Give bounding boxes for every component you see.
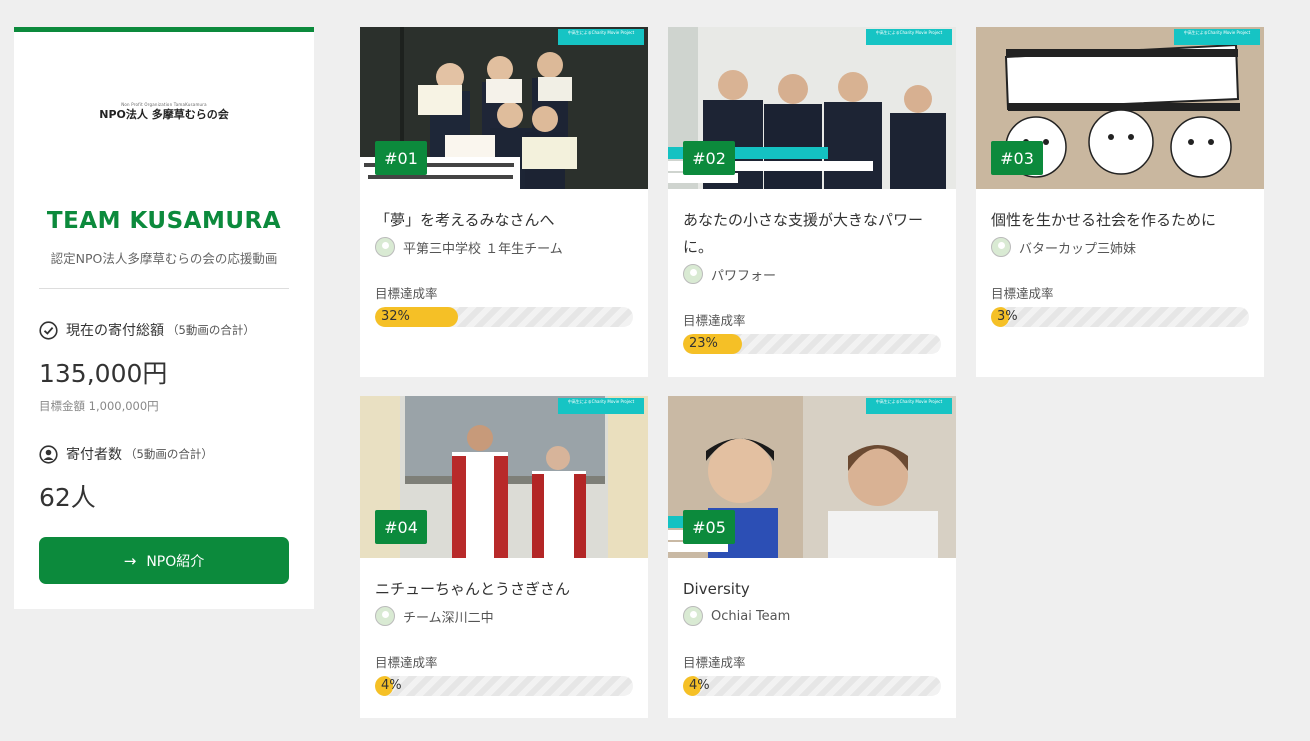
video-number-badge: #04 (375, 510, 427, 544)
avatar (375, 237, 395, 257)
team-title: TEAM KUSAMURA (46, 208, 282, 234)
video-author: バターカップ三姉妹 (991, 237, 1136, 257)
project-tag: 中高生によるCharity Movie Project (1174, 29, 1260, 45)
author-name: パワフォー (711, 268, 777, 284)
avatar (375, 606, 395, 626)
project-tag: 中高生によるCharity Movie Project (558, 29, 644, 45)
total-label-text: 現在の寄付総額 (66, 323, 164, 339)
progress-percent: 32% (381, 309, 410, 324)
author-name: Ochiai Team (711, 608, 791, 624)
progress-label: 目標達成率 (375, 286, 438, 301)
progress-percent: 23% (689, 336, 718, 351)
arrow-right-icon: → (123, 551, 137, 570)
progress-label: 目標達成率 (375, 655, 438, 670)
check-circle-icon (39, 320, 58, 340)
donor-count-label: 寄付者数 （5動画の合計） (39, 444, 213, 464)
goal-amount: 目標金額 1,000,000円 (39, 399, 159, 413)
divider (39, 288, 289, 289)
video-number-badge: #01 (375, 141, 427, 175)
video-thumbnail[interactable]: 中高生によるCharity Movie Project #01 (360, 27, 648, 189)
project-tag: 中高生によるCharity Movie Project (866, 29, 952, 45)
progress-label: 目標達成率 (683, 655, 746, 670)
video-title[interactable]: Diversity (683, 576, 941, 603)
video-card-04[interactable]: 中高生によるCharity Movie Project #04 ニチューちゃんと… (360, 396, 648, 718)
logo-main-text: NPO法人 多摩草むらの会 (99, 108, 229, 121)
video-thumbnail[interactable]: 中高生によるCharity Movie Project #04 (360, 396, 648, 558)
progress-percent: 3% (997, 309, 1018, 324)
author-name: 平第三中学校 １年生チーム (403, 241, 563, 257)
video-card-05[interactable]: 中高生によるCharity Movie Project #05 Diversit… (668, 396, 956, 718)
progress-percent: 4% (381, 678, 402, 693)
project-tag: 中高生によるCharity Movie Project (558, 398, 644, 414)
video-card-03[interactable]: 中高生によるCharity Movie Project #03 個性を生かせる社… (976, 27, 1264, 377)
project-tag: 中高生によるCharity Movie Project (866, 398, 952, 414)
video-title[interactable]: 「夢」を考えるみなさんへ (375, 207, 633, 234)
video-number-badge: #02 (683, 141, 735, 175)
video-thumbnail[interactable]: 中高生によるCharity Movie Project #02 (668, 27, 956, 189)
avatar (683, 264, 703, 284)
donor-count-value: 62人 (39, 483, 96, 512)
total-donation-label: 現在の寄付総額 （5動画の合計） (39, 320, 255, 340)
video-title[interactable]: 個性を生かせる社会を作るために (991, 207, 1249, 234)
progress-bar: 32% (375, 307, 633, 327)
team-subtitle: 認定NPO法人多摩草むらの会の応援動画 (50, 251, 278, 266)
total-label-note: （5動画の合計） (167, 323, 255, 337)
npo-logo: Non Profit Organization TamaKusamura NPO… (14, 102, 314, 122)
progress-bar: 3% (991, 307, 1249, 327)
video-author: Ochiai Team (683, 606, 790, 626)
npo-intro-button[interactable]: → NPO紹介 (39, 537, 289, 584)
user-circle-icon (39, 444, 58, 464)
author-name: チーム深川二中 (403, 610, 494, 626)
video-number-badge: #03 (991, 141, 1043, 175)
progress-label: 目標達成率 (991, 286, 1054, 301)
video-title[interactable]: あなたの小さな支援が大きなパワーに。 (683, 207, 941, 261)
avatar (683, 606, 703, 626)
team-sidebar: Non Profit Organization TamaKusamura NPO… (14, 27, 314, 609)
video-card-01[interactable]: 中高生によるCharity Movie Project #01 「夢」を考えるみ… (360, 27, 648, 377)
video-title[interactable]: ニチューちゃんとうさぎさん (375, 576, 633, 603)
total-donation-value: 135,000円 (39, 359, 168, 388)
donors-label-text: 寄付者数 (66, 447, 122, 463)
video-thumbnail[interactable]: 中高生によるCharity Movie Project #05 (668, 396, 956, 558)
progress-percent: 4% (689, 678, 710, 693)
progress-label: 目標達成率 (683, 313, 746, 328)
avatar (991, 237, 1011, 257)
progress-bar: 4% (375, 676, 633, 696)
npo-button-label: NPO紹介 (146, 553, 205, 570)
progress-bar: 4% (683, 676, 941, 696)
author-name: バターカップ三姉妹 (1019, 241, 1137, 257)
video-author: 平第三中学校 １年生チーム (375, 237, 563, 257)
progress-bar: 23% (683, 334, 941, 354)
video-card-02[interactable]: 中高生によるCharity Movie Project #02 あなたの小さな支… (668, 27, 956, 377)
video-number-badge: #05 (683, 510, 735, 544)
video-thumbnail[interactable]: 中高生によるCharity Movie Project #03 (976, 27, 1264, 189)
video-author: チーム深川二中 (375, 606, 494, 626)
donors-label-note: （5動画の合計） (125, 447, 213, 461)
video-author: パワフォー (683, 264, 776, 284)
